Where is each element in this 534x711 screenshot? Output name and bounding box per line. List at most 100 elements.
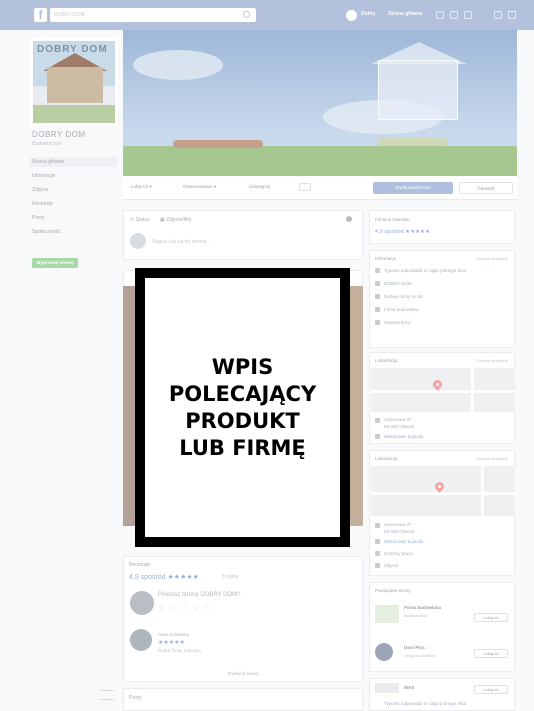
overlay-line-3: PRODUKT [185, 408, 300, 433]
related-page-logo-1[interactable] [375, 605, 399, 623]
like-page-button[interactable]: Lubię to! ▾ [131, 184, 152, 190]
search-input[interactable]: DOBRY DOM [50, 8, 256, 22]
bottom-related-card: WAS Lubię to! Typowo odpowiada w ciągu j… [369, 678, 515, 711]
community-card: Firma w Otwocku 4,9 spośród ★★★★★ [369, 210, 515, 244]
overlay-line-4: LUB FIRMĘ [179, 435, 306, 460]
friend-requests-icon[interactable] [436, 11, 444, 19]
bottom-about-line: Typowo odpowiada w ciągu jednego dnia [384, 701, 467, 706]
community-title: Firma w Otwocku [375, 217, 410, 222]
review-rating: ★★★★★ [158, 640, 185, 646]
bottom-page-logo[interactable] [375, 683, 399, 693]
tab-photo-video[interactable]: ▣ Zdjęcie/film [160, 217, 191, 223]
page-category: Budownictwo [32, 141, 62, 147]
overlay-line-1: WPIS [211, 354, 274, 379]
message-icon [375, 268, 380, 273]
directions-link[interactable]: Wskazówki dojazdu [384, 434, 424, 439]
review-author-name[interactable]: Anna Kowalska [158, 632, 189, 637]
directions-icon [375, 434, 380, 439]
tab-status[interactable]: ✎ Status [130, 217, 150, 223]
about-see-all-link[interactable]: Zobacz wszystkie [477, 256, 508, 261]
sidebar-item-info[interactable]: Informacje [32, 173, 55, 179]
search-placeholder: DOBRY DOM [54, 12, 85, 18]
promote-button[interactable]: Wypromuj stronę [32, 258, 78, 268]
sidebar-item-posts[interactable]: Posty [32, 215, 45, 221]
messages-icon[interactable] [450, 11, 458, 19]
promo-overlay-text: WPIS POLECAJĄCY PRODUKT LUB FIRMĘ [169, 354, 316, 462]
clock-icon-2 [375, 551, 380, 556]
cover-photo[interactable] [123, 30, 517, 176]
more-options-button[interactable] [299, 183, 311, 191]
profile-picture[interactable]: DOBRY DOM [30, 38, 118, 126]
info-icon [375, 294, 380, 299]
chevron-down-icon[interactable] [508, 11, 516, 19]
hours-line: Godziny pracy [384, 551, 413, 556]
about-line-3: Buduje domy od lat [384, 294, 423, 299]
about-line-1: Typowo odpowiada w ciągu jednego dnia [384, 268, 467, 273]
related-page-name-1[interactable]: Firma budowlana [404, 605, 441, 610]
reviews-card: Recenzje 4,9 spośród ★★★★★ 5 opinii Pole… [123, 556, 363, 682]
share-button[interactable]: Udostępnij [249, 184, 270, 189]
reviews-count[interactable]: 5 opinii [222, 574, 238, 580]
follow-button[interactable]: Obserwowanie ▾ [183, 184, 216, 190]
rating-stars-input[interactable]: ☆ ☆ ☆ ☆ ☆ [158, 603, 212, 612]
home-link[interactable]: Strona główna [388, 11, 422, 17]
posts-card: Posty [123, 688, 363, 711]
related-like-button-2[interactable]: Lubię to! [474, 649, 508, 658]
directions-link-2[interactable]: Wskazówki dojazdu [384, 539, 424, 544]
person-lying-right [378, 138, 448, 146]
like-icon [375, 281, 380, 286]
related-pages-card: Powiązane strony Firma budowlana Budowni… [369, 582, 515, 672]
user-avatar[interactable] [346, 10, 357, 21]
facebook-logo[interactable]: f [34, 8, 47, 22]
map-2[interactable] [371, 466, 515, 516]
profile-logo-text: DOBRY DOM [37, 44, 108, 55]
review-author-avatar [130, 629, 152, 651]
sidebar-item-community[interactable]: Społeczność [32, 229, 60, 235]
scroll-handle[interactable] [100, 690, 114, 700]
promo-overlay-frame: WPIS POLECAJĄCY PRODUKT LUB FIRMĘ [135, 268, 350, 547]
review-text: Dobra firma, polecam [158, 648, 202, 653]
location-see-all-link[interactable]: Zobacz wszystkie [477, 358, 508, 363]
address-line-1: Jesionowa 37 [384, 417, 412, 422]
location-card-2: Lokalizacja Zobacz wszystkie Jesionowa 3… [369, 450, 515, 576]
related-like-button-1[interactable]: Lubię to! [474, 613, 508, 622]
promo-overlay-panel: WPIS POLECAJĄCY PRODUKT LUB FIRMĘ [145, 278, 340, 537]
related-page-logo-2[interactable] [375, 643, 393, 661]
related-page-sub-1: Budownictwo [404, 613, 428, 618]
photo-icon [375, 563, 380, 568]
sidebar-item-home[interactable]: Strona główna [32, 159, 64, 165]
tag-icon [375, 307, 380, 312]
location-icon [375, 418, 380, 423]
about-line-4: Firma budowlana [384, 307, 419, 312]
search-icon[interactable] [243, 11, 250, 18]
about-title: Informacje [375, 256, 397, 261]
visit-button[interactable]: Odwiedź [459, 182, 513, 194]
composer-input[interactable]: Napisz coś na tej stronie... [152, 239, 211, 245]
notifications-icon[interactable] [464, 11, 472, 19]
map-pin-icon [431, 378, 444, 391]
about-line-5: Otwarte teraz [384, 320, 412, 325]
clock-icon [375, 320, 380, 325]
user-profile-link[interactable]: Dobry [361, 11, 375, 17]
map-pin-icon-2 [433, 480, 446, 493]
help-icon[interactable] [494, 11, 502, 19]
related-page-sub-2: Usługi budowlane [404, 653, 436, 658]
bottom-page-name[interactable]: WAS [404, 685, 414, 690]
reviewer-avatar [130, 591, 154, 615]
sidebar-item-photos[interactable]: Zdjęcia [32, 187, 48, 193]
related-page-name-2[interactable]: Dom Plus [404, 645, 425, 650]
sidebar-item-reviews[interactable]: Recenzje [32, 201, 53, 207]
composer-options-icon[interactable] [346, 216, 352, 222]
top-navigation-bar: f DOBRY DOM Dobry Strona główna [0, 0, 534, 30]
photos-line[interactable]: Zdjęcia [384, 563, 399, 568]
see-more-reviews-link[interactable]: Wyświetl więcej [124, 671, 362, 676]
send-message-button[interactable]: Wyślij wiadomość [373, 182, 453, 194]
location-see-all-link-2[interactable]: Zobacz wszystkie [477, 456, 508, 461]
page-title[interactable]: DOBRY DOM [32, 130, 86, 139]
map[interactable] [371, 368, 515, 412]
bottom-like-button[interactable]: Lubię to! [474, 685, 508, 694]
address-line-4: 05-400 Otwock [384, 529, 415, 534]
about-line-2: DOBRY DOM [384, 281, 412, 286]
person-lying-left [173, 140, 263, 148]
about-card: Informacje Zobacz wszystkie Typowo odpow… [369, 250, 515, 348]
